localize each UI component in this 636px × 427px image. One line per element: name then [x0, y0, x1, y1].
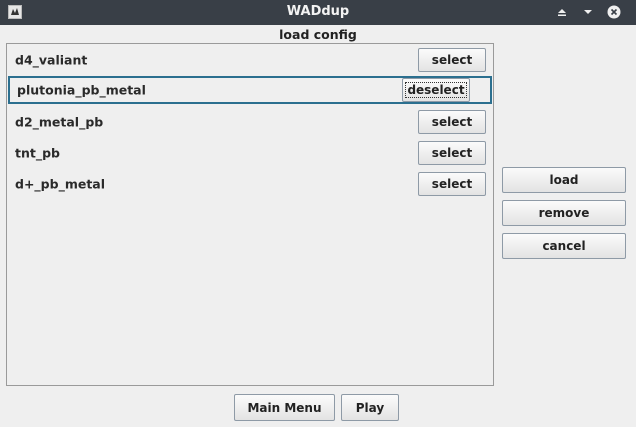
- config-row-d4-valiant[interactable]: d4_valiant select: [8, 46, 492, 74]
- load-button[interactable]: load: [502, 167, 626, 193]
- select-button[interactable]: select: [418, 141, 486, 165]
- close-icon[interactable]: [606, 4, 622, 20]
- config-name: d+_pb_metal: [15, 176, 106, 192]
- config-row-d2-metal-pb[interactable]: d2_metal_pb select: [8, 108, 492, 136]
- config-name: plutonia_pb_metal: [17, 82, 146, 98]
- window-title: WADdup: [286, 4, 350, 19]
- main-menu-button[interactable]: Main Menu: [234, 394, 335, 421]
- cancel-button[interactable]: cancel: [502, 233, 626, 259]
- minimize-icon[interactable]: [580, 4, 596, 20]
- config-list[interactable]: d4_valiant select plutonia_pb_metal dese…: [6, 43, 494, 386]
- dialog-heading: load config: [279, 27, 357, 42]
- window-titlebar[interactable]: WADdup: [0, 0, 636, 25]
- play-button[interactable]: Play: [341, 394, 399, 421]
- config-row-plutonia-pb-metal[interactable]: plutonia_pb_metal deselect: [8, 76, 492, 104]
- remove-button[interactable]: remove: [502, 200, 626, 226]
- select-button[interactable]: select: [418, 110, 486, 134]
- config-name: d4_valiant: [15, 52, 88, 68]
- config-name: tnt_pb: [15, 145, 60, 161]
- deselect-button-label: deselect: [405, 82, 467, 98]
- select-button[interactable]: select: [418, 172, 486, 196]
- deselect-button[interactable]: deselect: [402, 78, 470, 102]
- config-row-d-plus-pb-metal[interactable]: d+_pb_metal select: [8, 170, 492, 198]
- config-name: d2_metal_pb: [15, 114, 104, 130]
- config-row-tnt-pb[interactable]: tnt_pb select: [8, 139, 492, 167]
- shade-icon[interactable]: [554, 4, 570, 20]
- select-button[interactable]: select: [418, 48, 486, 72]
